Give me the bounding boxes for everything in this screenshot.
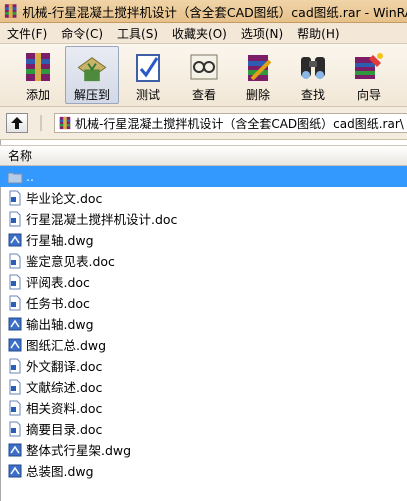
dwg-file-icon [8, 464, 22, 477]
dwg-file-icon [8, 317, 22, 330]
doc-file-icon [9, 295, 21, 310]
extract-to-button[interactable]: 解压到 [65, 46, 119, 104]
separator-icon [40, 115, 42, 131]
list-item[interactable]: 相关资料.doc [0, 397, 407, 418]
list-item[interactable]: 整体式行星架.dwg [0, 439, 407, 460]
menu-bar: 文件(F) 命令(C) 工具(S) 收藏夹(O) 选项(N) 帮助(H) [0, 23, 407, 44]
list-item[interactable]: 任务书.doc [0, 292, 407, 313]
menu-options[interactable]: 选项(N) [234, 25, 290, 42]
delete-icon [248, 55, 272, 81]
file-list: .. 毕业论文.doc 行星混凝土搅拌机设计.doc 行星轴.dwg 鉴定意见表… [0, 166, 407, 481]
extract-icon [77, 57, 107, 82]
toolbar: 添加 解压到 测试 查看 删除 查找 向导 [0, 44, 407, 107]
list-item[interactable]: 鉴定意见表.doc [0, 250, 407, 271]
wizard-icon [355, 53, 383, 79]
menu-commands[interactable]: 命令(C) [54, 25, 110, 42]
dwg-file-icon [8, 443, 22, 456]
doc-file-icon [9, 190, 21, 205]
list-item[interactable]: 文献综述.doc [0, 376, 407, 397]
archive-icon [59, 116, 71, 130]
test-button[interactable]: 测试 [121, 46, 175, 104]
view-icon [190, 54, 218, 80]
column-header-name[interactable]: 名称 [8, 147, 32, 164]
address-bar: 机械-行星混凝土搅拌机设计（含全套CAD图纸）cad图纸.rar\ [0, 107, 407, 140]
dwg-file-icon [8, 233, 22, 246]
title-bar: 机械-行星混凝土搅拌机设计（含全套CAD图纸）cad图纸.rar - WinRA… [0, 0, 407, 23]
list-item[interactable]: 外文翻译.doc [0, 355, 407, 376]
list-item[interactable]: 行星混凝土搅拌机设计.doc [0, 208, 407, 229]
menu-favorites[interactable]: 收藏夹(O) [165, 25, 234, 42]
doc-file-icon [9, 253, 21, 268]
find-icon [301, 57, 325, 79]
delete-button[interactable]: 删除 [231, 46, 285, 104]
list-item[interactable]: 评阅表.doc [0, 271, 407, 292]
view-button[interactable]: 查看 [177, 46, 231, 104]
doc-file-icon [9, 421, 21, 436]
add-icon [26, 53, 50, 81]
list-item[interactable]: 图纸汇总.dwg [0, 334, 407, 355]
winrar-app-icon [4, 4, 17, 18]
menu-tools[interactable]: 工具(S) [110, 25, 165, 42]
list-item[interactable]: 总装图.dwg [0, 460, 407, 481]
add-button[interactable]: 添加 [11, 46, 65, 104]
list-item[interactable]: 毕业论文.doc [0, 187, 407, 208]
folder-icon [7, 172, 23, 183]
list-item-parent-folder[interactable]: .. [0, 166, 407, 187]
doc-file-icon [9, 358, 21, 373]
up-arrow-icon [11, 117, 23, 129]
menu-file[interactable]: 文件(F) [0, 25, 54, 42]
doc-file-icon [9, 211, 21, 226]
up-folder-button[interactable] [6, 113, 28, 133]
path-field[interactable]: 机械-行星混凝土搅拌机设计（含全套CAD图纸）cad图纸.rar\ [54, 113, 407, 133]
wizard-button[interactable]: 向导 [342, 46, 396, 104]
doc-file-icon [9, 400, 21, 415]
doc-file-icon [9, 379, 21, 394]
find-button[interactable]: 查找 [286, 46, 340, 104]
dwg-file-icon [8, 338, 22, 351]
test-icon [136, 54, 160, 82]
list-item[interactable]: 行星轴.dwg [0, 229, 407, 250]
list-header: 名称 [0, 145, 407, 166]
list-item[interactable]: 输出轴.dwg [0, 313, 407, 334]
path-text: 机械-行星混凝土搅拌机设计（含全套CAD图纸）cad图纸.rar\ [75, 116, 404, 131]
doc-file-icon [9, 274, 21, 289]
list-item[interactable]: 摘要目录.doc [0, 418, 407, 439]
menu-help[interactable]: 帮助(H) [290, 25, 346, 42]
window-title: 机械-行星混凝土搅拌机设计（含全套CAD图纸）cad图纸.rar - WinRA… [22, 4, 407, 20]
